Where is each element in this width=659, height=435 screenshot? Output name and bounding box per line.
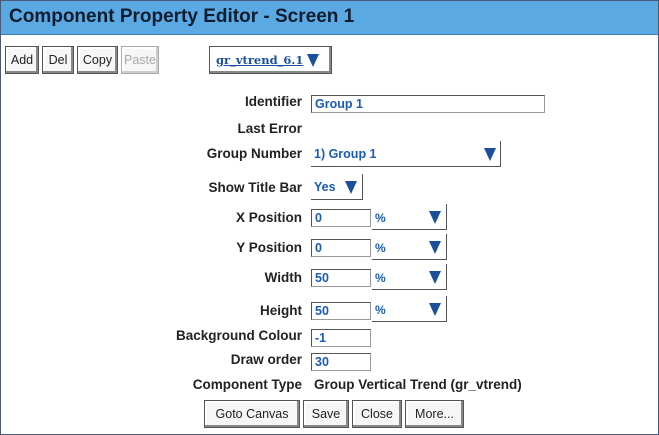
component-selector-dropdown[interactable]: gr_vtrend_6.1 (209, 46, 332, 74)
property-editor-window: Component Property Editor - Screen 1 Add… (0, 0, 659, 435)
window-title: Component Property Editor - Screen 1 (9, 6, 355, 27)
x-position-unit: % (375, 211, 386, 225)
triangle-down-icon (484, 148, 496, 161)
paste-button[interactable]: Paste (121, 46, 159, 74)
width-label: Width (264, 270, 302, 285)
x-position-label: X Position (235, 210, 302, 225)
goto-canvas-button[interactable]: Goto Canvas (204, 400, 300, 428)
show-title-bar-label: Show Title Bar (208, 180, 302, 195)
close-button[interactable]: Close (352, 400, 402, 428)
height-unit-dropdown[interactable]: % (372, 296, 447, 322)
draw-order-label: Draw order (230, 352, 302, 367)
triangle-down-icon (429, 271, 441, 284)
last-error-label: Last Error (237, 121, 302, 136)
height-unit: % (375, 303, 386, 317)
add-button[interactable]: Add (5, 46, 39, 74)
title-bar: Component Property Editor - Screen 1 (1, 1, 658, 35)
copy-button[interactable]: Copy (77, 46, 118, 74)
show-title-bar-dropdown[interactable]: Yes (311, 174, 363, 200)
triangle-down-icon (307, 53, 320, 67)
component-selector-value: gr_vtrend_6.1 (216, 53, 304, 67)
draw-order-field[interactable]: 30 (311, 353, 371, 371)
more-button[interactable]: More... (405, 400, 464, 428)
x-position-unit-dropdown[interactable]: % (372, 204, 447, 230)
width-field[interactable]: 50 (311, 269, 371, 287)
component-type-label: Component Type (192, 377, 302, 392)
width-unit: % (375, 271, 386, 285)
y-position-unit-dropdown[interactable]: % (372, 234, 447, 260)
identifier-field[interactable]: Group 1 (311, 95, 545, 113)
save-button[interactable]: Save (303, 400, 349, 428)
triangle-down-icon (429, 303, 441, 316)
background-colour-label: Background Colour (175, 328, 302, 343)
identifier-label: Identifier (244, 94, 302, 109)
y-position-unit: % (375, 241, 386, 255)
x-position-field[interactable]: 0 (311, 209, 371, 227)
group-number-value: 1) Group 1 (314, 146, 377, 161)
group-number-dropdown[interactable]: 1) Group 1 (311, 141, 501, 167)
height-field[interactable]: 50 (311, 302, 371, 320)
triangle-down-icon (429, 241, 441, 254)
show-title-bar-value: Yes (314, 179, 336, 194)
triangle-down-icon (345, 181, 357, 194)
width-unit-dropdown[interactable]: % (372, 264, 447, 290)
y-position-field[interactable]: 0 (311, 239, 371, 257)
y-position-label: Y Position (236, 240, 302, 255)
component-type-value: Group Vertical Trend (gr_vtrend) (314, 377, 522, 392)
group-number-label: Group Number (206, 146, 302, 161)
delete-button[interactable]: Del (42, 46, 74, 74)
height-label: Height (260, 303, 302, 318)
triangle-down-icon (429, 211, 441, 224)
background-colour-field[interactable]: -1 (311, 329, 371, 347)
